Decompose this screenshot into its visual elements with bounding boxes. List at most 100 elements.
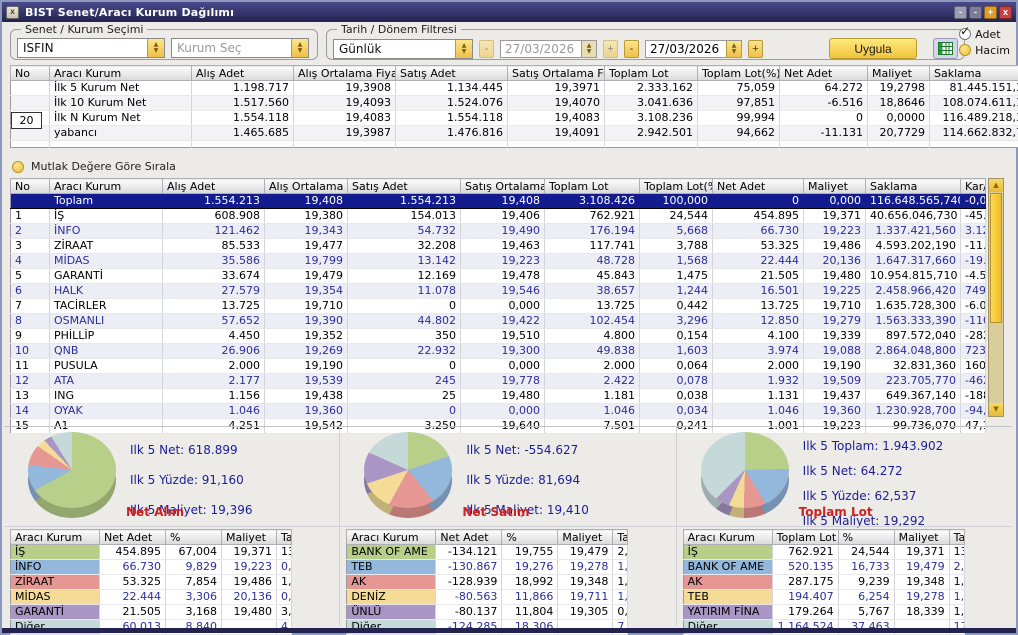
table-row[interactable]: İNFO66.7309,82919,2230,431 [10, 559, 292, 575]
column-header[interactable]: Alış Ortalama Fiy [264, 178, 348, 194]
column-header[interactable]: Alış Adet [162, 178, 265, 194]
table-row[interactable]: AK-128.93918,99219,3481,490 [346, 574, 629, 590]
table-row[interactable]: İlk 5 Kurum Net 1.198.717 19,3908 1.134.445… [10, 80, 1018, 96]
column-header[interactable]: Aracı Kurum [49, 65, 192, 81]
senet-combo[interactable]: ISFIN ▲ ▼ [17, 38, 165, 58]
table-row[interactable]: 14 OYAK 1.046 19,360 0 0,000 1.046 0,034 1.046 19… [10, 403, 986, 419]
column-header[interactable]: Satış Ortalama Fi [460, 178, 545, 194]
column-header[interactable]: Kar/Zarar [960, 178, 986, 194]
table-row[interactable]: 1 İŞ 608.908 19,380 154.013 19,406 762.921 24,5… [10, 208, 986, 224]
hacim-radio[interactable]: Hacim [959, 42, 1010, 58]
column-header[interactable]: % [837, 529, 895, 545]
column-header[interactable]: Alış Adet [191, 65, 294, 81]
table-row[interactable]: BANK OF AME-134.12119,75519,4792,937 [346, 544, 629, 560]
column-header[interactable]: Maliyet [221, 529, 277, 545]
date-spinner-icon[interactable]: ▲ ▼ [726, 40, 741, 57]
table-row[interactable]: TEB194.4076,25419,2781,312 [683, 589, 965, 605]
mutlak-radio[interactable] [12, 160, 24, 173]
column-header[interactable]: Toplam Lot [604, 65, 698, 81]
table-row[interactable]: 9 PHİLLİP 4.450 19,352 350 19,510 4.800 0,154 4.… [10, 328, 986, 344]
vertical-scrollbar[interactable]: ▲ ▼ [988, 178, 1004, 417]
date-spinner-icon[interactable]: ▲ ▼ [581, 40, 596, 57]
column-header[interactable]: Maliyet [557, 529, 614, 545]
table-row[interactable]: DENİZ-80.56311,86619,7111,358 [346, 589, 629, 605]
column-header[interactable]: No [10, 178, 50, 194]
column-header[interactable]: Net Adet [99, 529, 166, 545]
table-row[interactable]: İlk 10 Kurum Net 1.517.560 19,4093 1.524.07… [10, 95, 1018, 111]
table-row[interactable]: ZİRAAT53.3257,85419,4861,481 [10, 574, 292, 590]
table-row[interactable]: TEB-130.86719,27619,2781,312 [346, 559, 629, 575]
column-header[interactable]: Net Adet [712, 178, 804, 194]
table-row[interactable]: Toplam 1.554.213 19,408 1.554.213 19,408 3.10… [10, 193, 986, 209]
date-to-minus-button[interactable]: - [624, 39, 639, 58]
column-header[interactable]: No [10, 65, 50, 81]
column-header[interactable]: Aracı Kurum [682, 529, 773, 545]
table-row[interactable]: İlk N Kurum Net 1.554.118 19,4083 1.554.118… [10, 110, 1018, 126]
combo-arrows-icon[interactable]: ▲ ▼ [291, 39, 308, 57]
table-row[interactable]: 11 PUSULA 2.000 19,190 0 0,000 2.000 0,064 2.000… [10, 358, 986, 374]
table-row[interactable]: 5 GARANTİ 33.674 19,479 12.169 19,478 45.843 1,… [10, 268, 986, 284]
table-row[interactable]: yabancı 1.465.685 19,3987 1.476.816 19,4091 2… [10, 125, 1018, 141]
date-from-field[interactable]: 27/03/2026 ▲ ▼ [500, 39, 597, 58]
column-header[interactable]: Aracı Kurum [346, 529, 437, 545]
column-header[interactable]: Toplam Lot [771, 529, 839, 545]
maximize-icon[interactable]: + [984, 5, 997, 19]
column-header[interactable]: Aracı Kurum [49, 178, 163, 194]
combo-arrows-icon[interactable]: ▲ ▼ [455, 39, 472, 58]
apply-button[interactable]: Uygula [829, 38, 917, 59]
column-header[interactable]: Maliyet [803, 178, 866, 194]
column-header[interactable]: Satış Ortalama Fiyat [507, 65, 605, 81]
table-row[interactable]: 4 MİDAS 35.586 19,799 13.142 19,223 48.728 1,56… [10, 253, 986, 269]
table-row[interactable]: ÜNLÜ-80.13711,80419,3050,079 [346, 604, 629, 620]
scrollbar-thumb[interactable] [990, 193, 1002, 323]
column-header[interactable]: Maliyet [867, 65, 930, 81]
column-header[interactable]: Alış Ortalama Fiyat [293, 65, 396, 81]
scroll-up-icon[interactable]: ▲ [989, 179, 1003, 192]
column-header[interactable]: Takas% [948, 529, 965, 545]
table-row[interactable]: 8 OSMANLI 57.652 19,390 44.802 19,422 102.454 3… [10, 313, 986, 329]
table-row[interactable]: AK287.1759,23919,3481,490 [683, 574, 965, 590]
column-header[interactable]: Satış Adet [347, 178, 461, 194]
column-header[interactable]: Aracı Kurum [10, 529, 100, 545]
close-window-icon[interactable]: x [999, 5, 1012, 19]
table-row[interactable]: BANK OF AME520.13516,73319,4792,937 [683, 559, 965, 575]
date-to-plus-button[interactable]: + [748, 39, 763, 58]
column-header[interactable]: Toplam Lot [544, 178, 640, 194]
column-header[interactable]: Net Adet [435, 529, 503, 545]
table-row[interactable]: GARANTİ21.5053,16819,4803,532 [10, 604, 292, 620]
table-row[interactable]: MİDAS22.4443,30620,1360,531 [10, 589, 292, 605]
excel-export-button[interactable] [933, 38, 958, 59]
table-row[interactable]: 12 ATA 2.177 19,539 245 19,778 2.422 0,078 1.932… [10, 373, 986, 389]
table-row[interactable]: 6 HALK 27.579 19,354 11.078 19,546 38.657 1,244… [10, 283, 986, 299]
minimize-icon[interactable]: - [954, 5, 967, 19]
table-row[interactable]: İŞ762.92124,54419,37113,108 [683, 544, 965, 560]
scroll-down-icon[interactable]: ▼ [989, 403, 1003, 416]
n-kurum-input[interactable]: 20 [11, 112, 42, 129]
table-row[interactable]: İŞ454.89567,00419,37113,108 [10, 544, 292, 560]
column-header[interactable]: Toplam Lot(%) [697, 65, 780, 81]
column-header[interactable]: Saklama [929, 65, 1018, 81]
adet-radio[interactable]: Adet [959, 24, 1010, 42]
table-row[interactable]: 2 İNFO 121.462 19,343 54.732 19,490 176.194 5,6… [10, 223, 986, 239]
column-header[interactable]: Takas% [612, 529, 629, 545]
period-combo[interactable]: Günlük ▲ ▼ [333, 38, 473, 59]
column-header[interactable]: Satış Adet [395, 65, 508, 81]
column-header[interactable]: % [165, 529, 222, 545]
column-header[interactable]: Net Adet [779, 65, 868, 81]
column-header[interactable]: % [501, 529, 559, 545]
column-header[interactable]: Toplam Lot(% [639, 178, 713, 194]
shade-icon[interactable]: - [969, 5, 982, 19]
date-to-field[interactable]: 27/03/2026 ▲ ▼ [645, 39, 742, 58]
table-row[interactable]: 13 ING 1.156 19,438 25 19,480 1.181 0,038 1.131 1… [10, 388, 986, 404]
close-icon[interactable]: x [6, 5, 19, 19]
column-header[interactable]: Maliyet [893, 529, 950, 545]
table-row[interactable]: YATIRIM FİNA179.2645,76718,3391,636 [683, 604, 965, 620]
table-row[interactable]: 3 ZİRAAT 85.533 19,477 32.208 19,463 117.741 3,… [10, 238, 986, 254]
combo-arrows-icon[interactable]: ▲ ▼ [147, 39, 164, 57]
kurum-combo[interactable]: Kurum Seç ▲ ▼ [171, 38, 309, 58]
date-from-plus-button[interactable]: + [603, 39, 618, 58]
column-header[interactable]: Saklama [865, 178, 961, 194]
date-from-minus-button[interactable]: - [479, 39, 494, 58]
table-row[interactable]: 7 TACİRLER 13.725 19,710 0 0,000 13.725 0,442 13… [10, 298, 986, 314]
column-header[interactable]: Takas% [276, 529, 292, 545]
